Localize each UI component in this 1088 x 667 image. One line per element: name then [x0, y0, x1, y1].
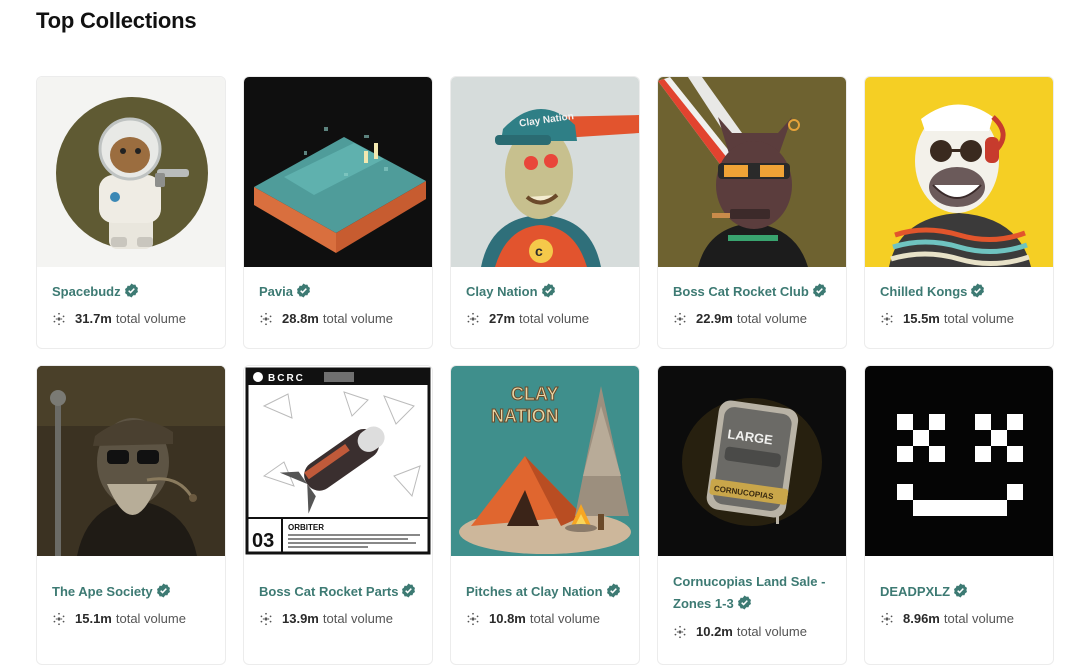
ada-icon [53, 612, 65, 625]
collection-volume: 13.9m total volume [259, 611, 417, 626]
verified-badge-icon [737, 595, 751, 610]
collection-card-pitches-at-clay-nation[interactable]: CLAY NATION Pitches at Clay Nation 10.8m… [450, 365, 640, 665]
collection-card-cornucopias-land-sale[interactable]: LARGE CORNUCOPIAS Cornucopias Land Sale … [657, 365, 847, 665]
collection-image[interactable]: CLAY NATION [451, 366, 639, 556]
collection-image[interactable] [865, 77, 1053, 267]
svg-text:BCRC: BCRC [268, 373, 305, 384]
ada-icon [881, 312, 893, 325]
ada-icon [467, 312, 479, 325]
collection-image[interactable]: LARGE CORNUCOPIAS [658, 366, 846, 556]
collection-volume: 8.96m total volume [880, 611, 1038, 626]
collection-card-chilled-kongs[interactable]: Chilled Kongs 15.5m total volume [864, 76, 1054, 349]
ada-icon [260, 312, 272, 325]
verified-badge-icon [402, 583, 416, 598]
collection-name[interactable]: Pitches at Clay Nation [466, 582, 624, 602]
ada-icon [260, 612, 272, 625]
collection-card-boss-cat-rocket-parts[interactable]: BCRC 03 ORBITER Boss Cat Rocket Parts 13… [243, 365, 433, 665]
collection-name[interactable]: DEADPXLZ [880, 582, 1038, 602]
collection-image[interactable] [37, 366, 225, 556]
svg-text:03: 03 [252, 530, 274, 552]
collection-image[interactable] [658, 77, 846, 267]
ada-icon [881, 612, 893, 625]
svg-text:CLAY: CLAY [511, 384, 558, 404]
collection-volume: 27m total volume [466, 311, 624, 326]
verified-badge-icon [954, 583, 968, 598]
collection-name[interactable]: Boss Cat Rocket Club [673, 282, 831, 302]
collection-volume: 10.2m total volume [673, 624, 831, 639]
collection-name[interactable]: Boss Cat Rocket Parts [259, 582, 417, 602]
collection-card-the-ape-society[interactable]: The Ape Society 15.1m total volume [36, 365, 226, 665]
verified-badge-icon [541, 283, 555, 298]
collection-name[interactable]: Pavia [259, 282, 417, 302]
collection-card-clay-nation[interactable]: c Clay Nation Clay Nation 27m total volum… [450, 76, 640, 349]
collection-card-pavia[interactable]: Pavia 28.8m total volume [243, 76, 433, 349]
verified-badge-icon [606, 583, 620, 598]
collection-name[interactable]: Spacebudz [52, 282, 210, 302]
svg-text:c: c [535, 243, 543, 259]
svg-text:ORBITER: ORBITER [288, 523, 324, 532]
collection-card-deadpxlz[interactable]: DEADPXLZ 8.96m total volume [864, 365, 1054, 665]
collection-image[interactable] [244, 77, 432, 267]
ada-icon [674, 312, 686, 325]
collection-volume: 22.9m total volume [673, 311, 831, 326]
collection-name[interactable]: Cornucopias Land Sale - [673, 572, 831, 592]
collection-image[interactable]: BCRC 03 ORBITER [244, 366, 432, 556]
collection-name[interactable]: Clay Nation [466, 282, 624, 302]
svg-text:NATION: NATION [491, 406, 559, 426]
collection-card-boss-cat-rocket-club[interactable]: Boss Cat Rocket Club 22.9m total volume [657, 76, 847, 349]
verified-badge-icon [812, 283, 826, 298]
collection-volume: 31.7m total volume [52, 311, 210, 326]
verified-badge-icon [124, 283, 138, 298]
verified-badge-icon [156, 583, 170, 598]
collection-name[interactable]: The Ape Society [52, 582, 210, 602]
verified-badge-icon [971, 283, 985, 298]
collection-image[interactable]: c Clay Nation [451, 77, 639, 267]
collection-name[interactable]: Chilled Kongs [880, 282, 1038, 302]
ada-icon [674, 625, 686, 638]
verified-badge-icon [297, 283, 310, 298]
page-title: Top Collections [36, 8, 197, 33]
collection-volume: 15.1m total volume [52, 611, 210, 626]
collection-name-line2[interactable]: Zones 1-3 [673, 594, 831, 614]
collection-image[interactable] [37, 77, 225, 267]
collection-volume: 28.8m total volume [259, 311, 417, 326]
ada-icon [467, 612, 479, 625]
collection-volume: 15.5m total volume [880, 311, 1038, 326]
collection-volume: 10.8m total volume [466, 611, 624, 626]
collection-card-spacebudz[interactable]: Spacebudz 31.7m total volume [36, 76, 226, 349]
collections-grid: Spacebudz 31.7m total volume Pavia 28.8m t… [36, 76, 1054, 665]
ada-icon [53, 312, 65, 325]
collection-image[interactable] [865, 366, 1053, 556]
